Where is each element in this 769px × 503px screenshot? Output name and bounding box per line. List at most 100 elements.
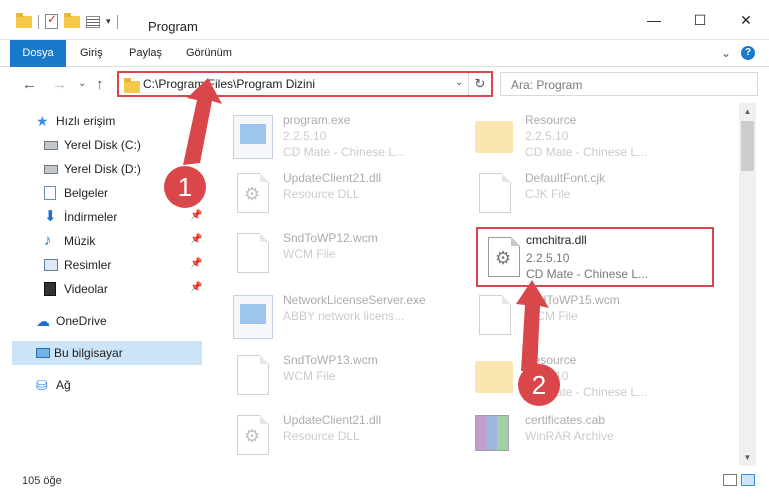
sidebar-item-downloads[interactable]: ⬇ İndirmeler 📌	[0, 205, 213, 229]
sidebar-item-label: Hızlı erişim	[56, 114, 116, 128]
file-description: CD Mate - Chinese L...	[283, 145, 406, 159]
file-description: Resource DLL	[283, 187, 360, 201]
file-description: WinRAR Archive	[525, 429, 614, 443]
file-name: certificates.cab	[525, 413, 606, 427]
file-item[interactable]: SndToWP13.wcm WCM File	[227, 347, 467, 403]
new-folder-icon[interactable]	[64, 12, 80, 28]
dll-icon	[237, 173, 269, 213]
sidebar-item-quick-access[interactable]: ★ Hızlı erişim	[0, 109, 213, 133]
customize-toolbar-dropdown-icon[interactable]: ▾	[106, 16, 111, 27]
scroll-up-icon[interactable]: ▲	[739, 103, 756, 120]
pin-icon[interactable]: 📌	[190, 234, 202, 245]
search-box[interactable]: Ara: Program	[500, 72, 758, 96]
scroll-down-icon[interactable]: ▼	[739, 449, 756, 466]
up-button[interactable]: ↑	[96, 76, 104, 93]
expand-ribbon-icon[interactable]: ⌄	[721, 46, 731, 60]
folder-icon	[124, 78, 140, 93]
file-item[interactable]: SndToWP12.wcm WCM File	[227, 225, 467, 281]
sidebar-item-label: Resimler	[64, 258, 112, 272]
music-icon: ♪	[44, 232, 52, 249]
pin-icon[interactable]: 📌	[190, 258, 202, 269]
sidebar-item-videos[interactable]: Videolar 📌	[0, 277, 213, 301]
sidebar-item-local-disk-c[interactable]: Yerel Disk (C:)	[0, 133, 213, 157]
file-name: NetworkLicenseServer.exe	[283, 293, 426, 307]
sidebar-item-label: OneDrive	[56, 314, 107, 328]
download-icon: ⬇	[44, 208, 57, 225]
file-item[interactable]: certificates.cab WinRAR Archive	[469, 407, 709, 463]
sidebar-item-music[interactable]: ♪ Müzik 📌	[0, 229, 213, 253]
sidebar-item-label: İndirmeler	[64, 210, 118, 224]
file-description: CD Mate - Chinese L...	[526, 267, 649, 281]
close-button[interactable]: ✕	[723, 0, 769, 40]
file-item-cmchitra-dll[interactable]: cmchitra.dll 2.2.5.10 CD Mate - Chinese …	[476, 227, 714, 287]
sidebar-item-label: Müzik	[64, 234, 96, 248]
divider	[38, 14, 39, 29]
file-description: CJK File	[525, 187, 571, 201]
scroll-thumb[interactable]	[741, 121, 754, 171]
maximize-button[interactable]: ☐	[677, 0, 723, 40]
help-icon[interactable]: ?	[741, 46, 755, 60]
address-path[interactable]: C:\Program Files\Program Dizini	[143, 77, 315, 91]
file-description: ABBY network licens...	[283, 309, 405, 323]
quick-access-toolbar: ▾	[16, 12, 118, 29]
search-input[interactable]: Ara: Program	[511, 78, 582, 92]
tab-gorunum[interactable]: Görünüm	[186, 40, 232, 67]
file-item[interactable]: SndToWP15.wcm WCM File	[469, 287, 709, 343]
properties-check-icon[interactable]	[45, 12, 58, 29]
pin-icon[interactable]: 📌	[190, 282, 202, 293]
folder-icon[interactable]	[16, 12, 32, 28]
file-item[interactable]: program.exe 2.2.5.10 CD Mate - Chinese L…	[227, 107, 467, 163]
vertical-scrollbar[interactable]: ▲ ▼	[739, 103, 756, 466]
dll-icon	[237, 415, 269, 455]
address-bar[interactable]: C:\Program Files\Program Dizini ⌄ ↻	[117, 71, 493, 97]
properties-icon[interactable]	[86, 15, 100, 28]
sidebar-item-network[interactable]: ⛁ Ağ	[0, 373, 213, 397]
tab-giris[interactable]: Giriş	[80, 40, 103, 67]
callout-2: 2	[518, 364, 560, 406]
status-bar: 105 öğe	[0, 466, 769, 503]
navigation-bar: ← → ⌄ ↑ C:\Program Files\Program Dizini …	[0, 67, 769, 103]
file-item[interactable]: NetworkLicenseServer.exe ABBY network li…	[227, 287, 467, 343]
sidebar-item-onedrive[interactable]: ☁ OneDrive	[0, 309, 213, 333]
sidebar-item-label: Belgeler	[64, 186, 109, 200]
document-icon	[44, 186, 56, 200]
sidebar-item-label: Ağ	[56, 378, 71, 392]
file-name: SndToWP15.wcm	[525, 293, 620, 307]
large-icons-view-icon[interactable]	[741, 474, 755, 486]
file-item[interactable]: UpdateClient21.dll Resource DLL	[227, 407, 467, 463]
archive-icon	[475, 415, 509, 451]
details-view-icon[interactable]	[723, 474, 737, 486]
file-item[interactable]: Resource 2.2.5.10 CD Mate - Chinese L...	[469, 347, 709, 403]
computer-icon	[36, 348, 50, 358]
sidebar-item-this-pc[interactable]: Bu bilgisayar	[12, 341, 202, 365]
file-version: 2.2.5.10	[283, 129, 327, 143]
tab-dosya[interactable]: Dosya	[10, 40, 66, 67]
file-item[interactable]: Resource 2.2.5.10 CD Mate - Chinese L...	[469, 107, 709, 163]
file-name: UpdateClient21.dll	[283, 171, 382, 185]
sidebar-item-label: Yerel Disk (C:)	[64, 138, 141, 152]
pin-icon[interactable]: 📌	[190, 210, 202, 221]
view-toggle	[723, 474, 755, 486]
recent-locations-button[interactable]: ⌄	[78, 78, 86, 89]
tab-paylas[interactable]: Paylaş	[129, 40, 162, 67]
file-name: SndToWP12.wcm	[283, 231, 378, 245]
title-bar: ▾ Program — ☐ ✕	[0, 0, 769, 40]
file-item[interactable]: UpdateClient21.dll Resource DLL	[227, 165, 467, 221]
item-count: 105 öğe	[22, 475, 62, 487]
file-item[interactable]: DefaultFont.cjk CJK File	[469, 165, 709, 221]
callout-1: 1	[164, 166, 206, 208]
address-dropdown-icon[interactable]: ⌄	[455, 77, 463, 88]
sidebar-item-label: Bu bilgisayar	[54, 346, 123, 360]
window-title: Program	[148, 19, 198, 34]
file-name: UpdateClient21.dll	[283, 413, 382, 427]
sidebar-item-pictures[interactable]: Resimler 📌	[0, 253, 213, 277]
exe-icon	[233, 295, 273, 339]
forward-button[interactable]: →	[52, 76, 67, 93]
minimize-button[interactable]: —	[631, 0, 677, 40]
refresh-button[interactable]: ↻	[468, 73, 491, 95]
back-button[interactable]: ←	[22, 76, 37, 93]
file-description: Resource DLL	[283, 429, 360, 443]
window-controls: — ☐ ✕	[631, 0, 769, 40]
ribbon-tabs: Dosya Giriş Paylaş Görünüm ⌄ ?	[0, 40, 769, 67]
file-icon	[237, 233, 269, 273]
